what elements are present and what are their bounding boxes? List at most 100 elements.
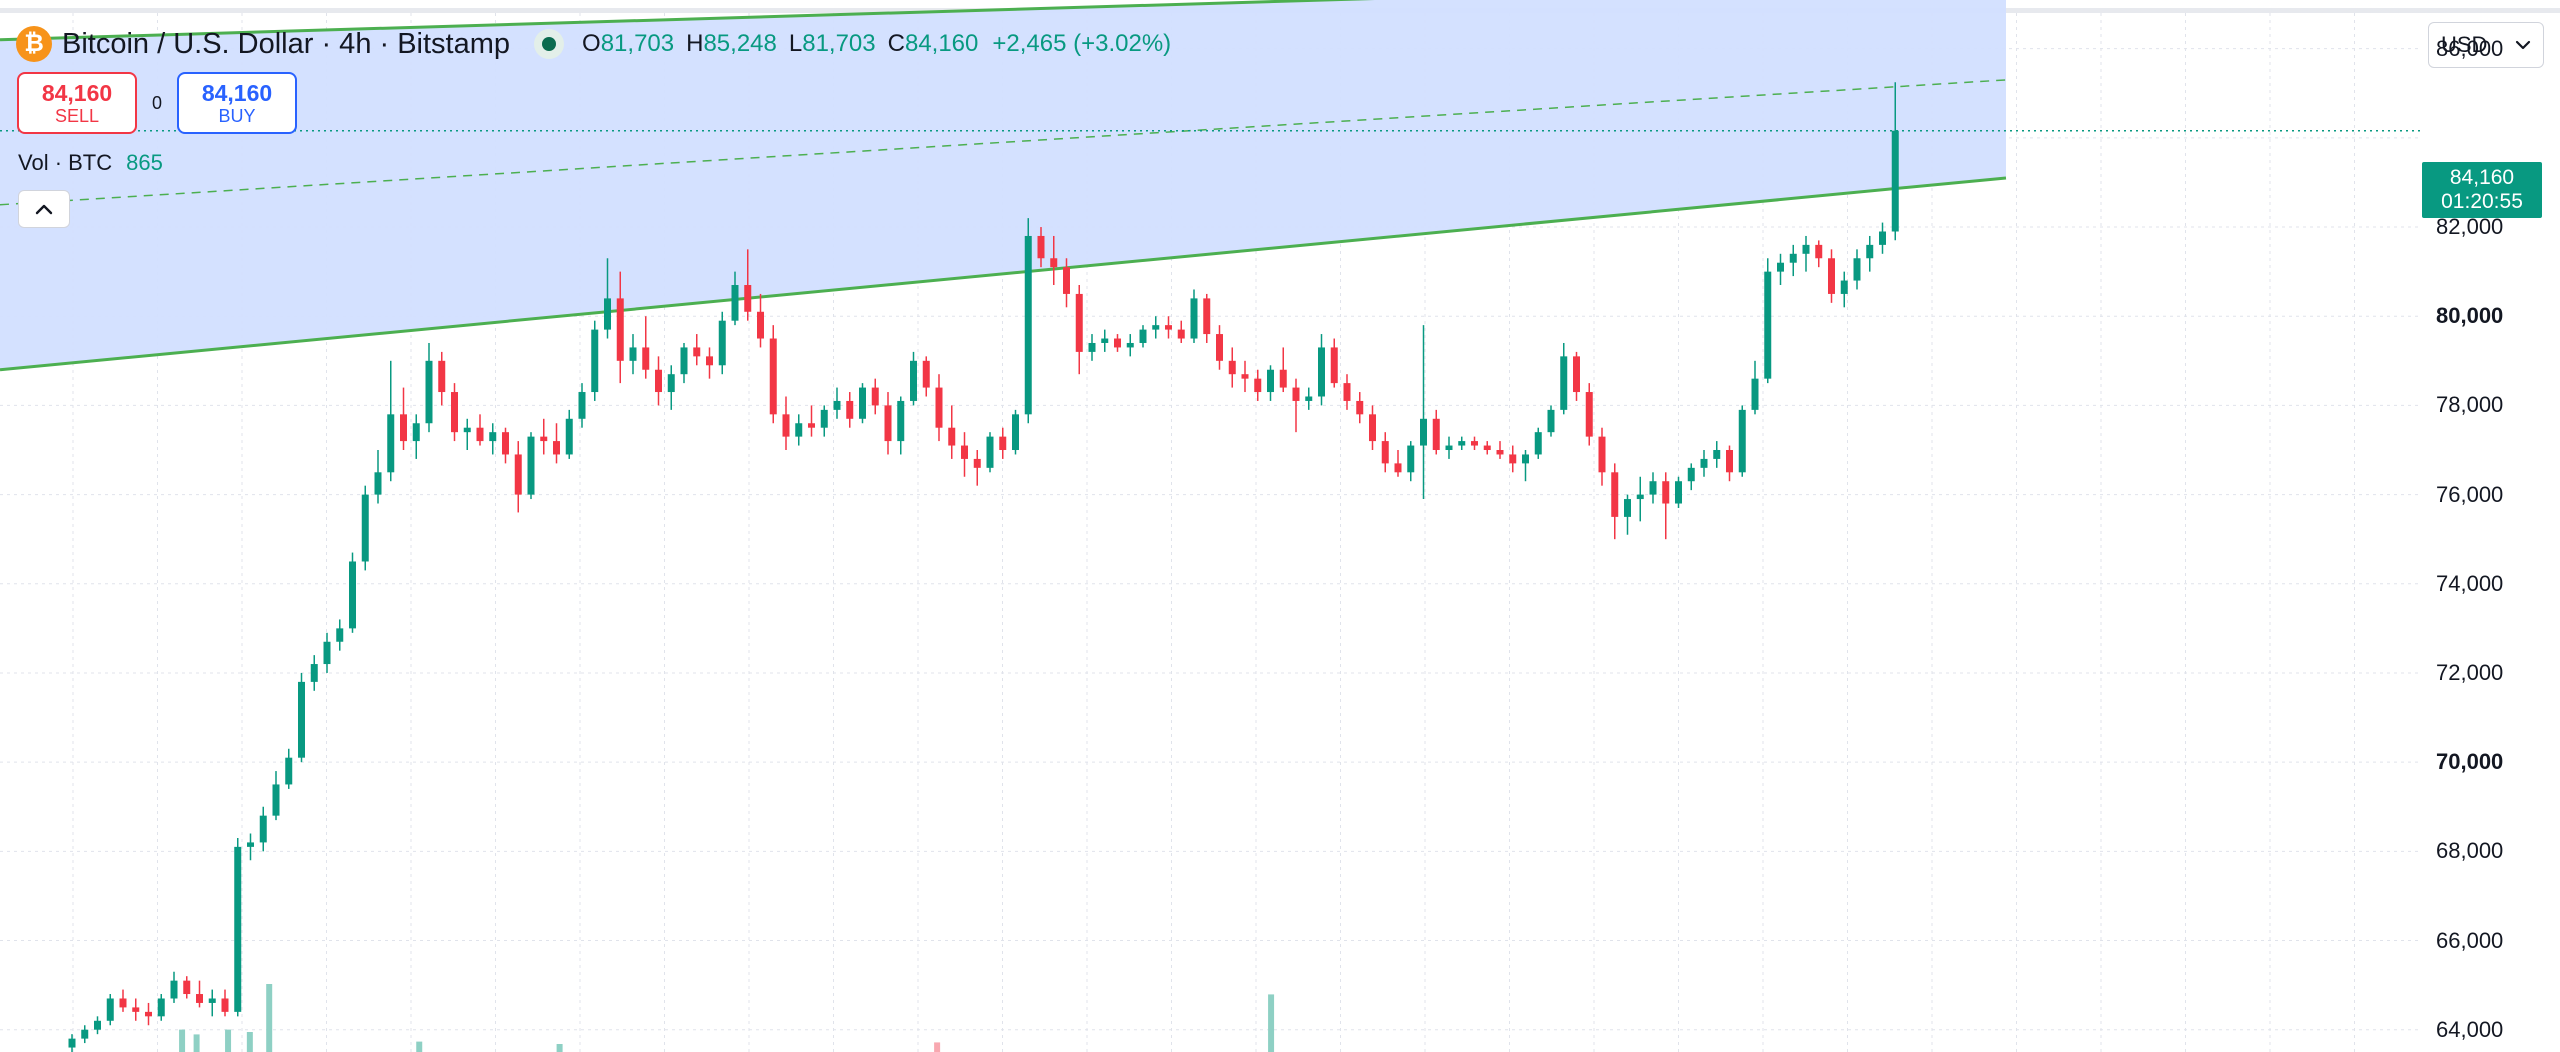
candle [553,423,560,464]
candle-body [94,1020,101,1030]
candle-body [412,423,420,442]
candle-body [1165,325,1172,330]
candle-body [451,392,458,433]
candle [1126,334,1134,357]
candle [502,427,509,464]
volume-legend[interactable]: Vol · BTC 865 [18,150,163,176]
candle [935,374,943,442]
candle [1216,325,1223,370]
candle-body [706,356,713,366]
candle-body [1101,338,1109,343]
candle-body [1802,244,1810,254]
collapse-legend-button[interactable] [18,190,70,228]
candle-body [272,784,280,816]
candle [1152,316,1160,339]
candle-body [1012,414,1019,451]
spread-value: 0 [151,92,162,113]
candle [1114,334,1121,352]
candle-body [1649,481,1657,495]
candle-body [132,1007,140,1012]
candle-body [247,842,254,847]
price-axis-label: 78,000 [2436,392,2504,418]
candle-body [1050,258,1058,268]
candle-body [285,757,293,785]
candle-body [922,360,930,388]
sell-button[interactable]: 84,160 SELL [17,72,137,134]
candle [820,405,828,437]
candle-body [591,329,599,393]
candle-body [1624,499,1631,517]
candle-body [1726,450,1733,473]
candle-body [514,454,522,495]
candle [769,325,777,424]
candle [833,387,841,419]
candle [1585,383,1593,446]
candle [565,409,573,459]
candle-body [1037,235,1045,259]
candle [629,334,637,375]
candle-body [897,400,905,442]
candle [1458,436,1466,451]
volume-bar [225,1029,232,1052]
candle [68,1034,76,1052]
candle-body [553,441,560,455]
candle [1738,405,1746,477]
open-value: 81,703 [600,30,675,57]
candle [1343,374,1351,410]
candle-body [374,472,382,495]
price-chart[interactable] [0,0,2560,1052]
candle [1662,472,1670,540]
close-value: 84,160 [904,30,979,57]
candle-body [1190,298,1198,339]
price-axis-label: 86,000 [2436,35,2504,61]
candle [208,989,216,1017]
candle-body [693,347,701,357]
candle-body [1636,494,1644,500]
candle-body [1088,342,1096,352]
candle-body [1228,360,1236,375]
symbol-title[interactable]: Bitcoin / U.S. Dollar · 4h · Bitstamp [62,28,510,61]
candle-body [1891,130,1899,232]
candle [642,316,650,379]
candle-body [769,338,777,415]
candle [1381,432,1389,473]
candle-body [502,432,509,455]
candle [157,994,165,1021]
candle-body [1713,450,1721,459]
candle-body [1853,258,1861,281]
candle-body [1356,400,1364,415]
buy-button[interactable]: 84,160 BUY [177,72,297,134]
candle-body [1700,458,1708,468]
candle-body [387,414,395,473]
candle [298,672,305,763]
market-status-icon[interactable] [534,29,565,59]
candle [387,360,395,482]
candle-body [1305,396,1313,401]
price-axis-label: 66,000 [2436,927,2504,953]
candle-body [1292,387,1300,401]
candle [1522,450,1529,482]
candle [1777,253,1784,286]
candle-body [1611,472,1619,517]
candle [1356,392,1364,424]
chevron-up-icon [35,204,53,215]
close-label: C [887,30,905,57]
candle-body [1330,347,1338,384]
candle [782,396,790,451]
volume-bar [1268,994,1275,1052]
candle-body [1279,369,1287,388]
candle [540,418,548,455]
candle-body [642,347,650,370]
candle [667,365,675,410]
candle [170,971,178,1003]
candle [1483,441,1491,455]
candle [948,405,956,459]
candle [336,619,344,651]
candle-body [157,998,165,1017]
candle-body [1751,378,1759,410]
candle-body [1203,298,1211,335]
candle [808,405,815,437]
candle-body [680,347,688,375]
candle [591,320,599,401]
candle [1420,325,1427,500]
